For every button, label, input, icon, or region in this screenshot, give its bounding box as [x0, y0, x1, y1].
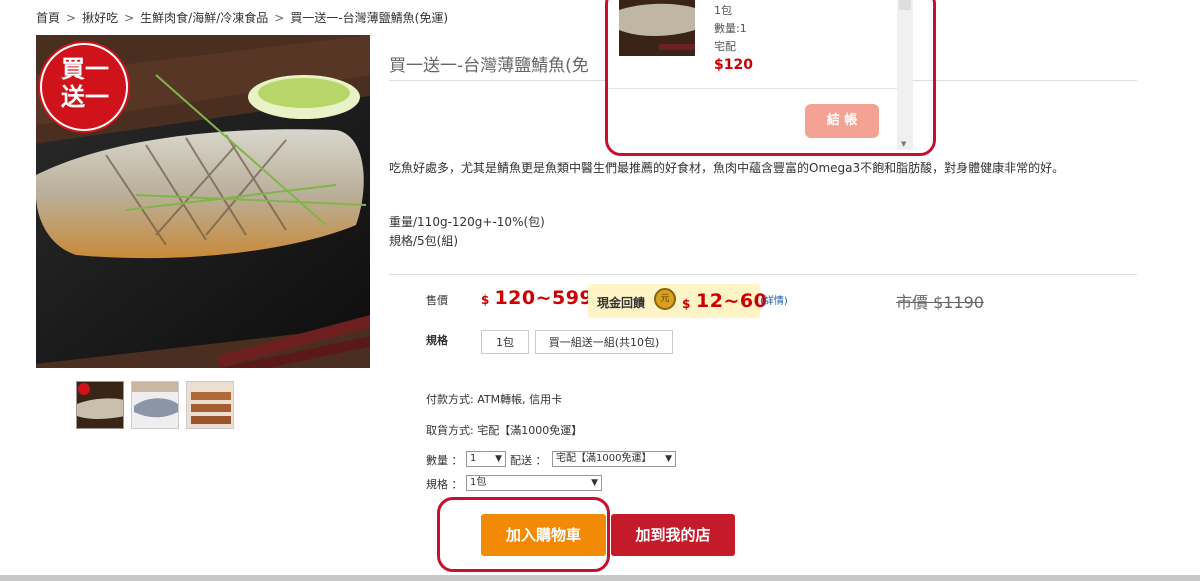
- breadcrumb: 首頁 > 揪好吃 > 生鮮肉食/海鮮/冷凍食品 > 買一送一-台灣薄鹽鯖魚(免運): [36, 9, 448, 26]
- chevron-down-icon: ▼: [495, 454, 502, 464]
- spec-option-bundle[interactable]: 買一組送一組(共10包): [535, 330, 673, 354]
- shipping-select-value: 宅配【滿1000免運】: [556, 453, 652, 464]
- product-main-image: 買一 送一: [36, 35, 370, 368]
- breadcrumb-current[interactable]: 買一送一-台灣薄鹽鯖魚(免運): [290, 11, 448, 25]
- add-to-cart-highlight: [437, 497, 610, 572]
- cash-rebate-label: 現金回饋: [597, 296, 646, 310]
- chevron-down-icon: ▼: [591, 478, 598, 488]
- coin-icon: 元: [654, 288, 676, 310]
- payment-methods: 付款方式: ATM轉帳, 信用卡: [426, 393, 563, 406]
- spec-select-value: 1包: [470, 477, 487, 488]
- spec-option-1pack[interactable]: 1包: [481, 330, 529, 354]
- thumbnail-1[interactable]: [76, 381, 124, 429]
- quantity-label: 數量 ：: [426, 454, 463, 467]
- promo-badge-line2: 送一: [61, 83, 109, 111]
- breadcrumb-category[interactable]: 揪好吃: [82, 11, 118, 25]
- rebate-price-value: 12~60: [696, 290, 768, 312]
- product-weight: 重量/110g-120g+-10%(包): [389, 215, 545, 229]
- sale-price: $ 120~599: [481, 287, 593, 309]
- add-to-my-store-button[interactable]: 加到我的店: [611, 514, 735, 556]
- thumbnail-3[interactable]: [186, 381, 234, 429]
- cart-popup-highlight: [605, 0, 936, 156]
- thumbnail-fish-photo: [77, 382, 123, 428]
- description-divider: [389, 274, 1137, 275]
- product-title: 買一送一-台灣薄鹽鯖魚(免: [389, 56, 589, 76]
- breadcrumb-separator: >: [124, 11, 135, 25]
- breadcrumb-home[interactable]: 首頁: [36, 11, 60, 25]
- chevron-down-icon: ▼: [665, 454, 672, 464]
- sale-price-label: 售價: [426, 294, 448, 307]
- thumbnail-fillets-photo: [187, 382, 233, 428]
- shipping-label: 配送 ：: [510, 454, 547, 467]
- sale-price-value: 120~599: [494, 287, 594, 309]
- spec-select[interactable]: 1包 ▼: [466, 475, 602, 491]
- breadcrumb-separator: >: [274, 11, 285, 25]
- product-description: 吃魚好處多，尤其是鯖魚更是魚類中醫生們最推薦的好食材，魚肉中蘊含豐富的Omega…: [389, 161, 1065, 175]
- cash-rebate-box: 現金回饋 元 $ 12~60: [588, 284, 767, 318]
- spec-select-label: 規格 ：: [426, 478, 463, 491]
- spec-label: 規格: [426, 334, 448, 347]
- promo-badge: 買一 送一: [50, 55, 120, 111]
- breadcrumb-separator: >: [66, 11, 77, 25]
- pickup-methods: 取貨方式: 宅配【滿1000免運】: [426, 424, 583, 437]
- thumbnail-2[interactable]: [131, 381, 179, 429]
- promo-badge-line1: 買一: [61, 55, 109, 83]
- rebate-detail-link[interactable]: (詳情): [760, 292, 788, 307]
- market-price: 市價 $1190: [896, 293, 984, 312]
- rebate-currency: $: [682, 297, 691, 311]
- quantity-select[interactable]: 1 ▼: [466, 451, 506, 467]
- breadcrumb-subcategory[interactable]: 生鮮肉食/海鮮/冷凍食品: [140, 11, 268, 25]
- quantity-select-value: 1: [470, 453, 477, 464]
- shipping-select[interactable]: 宅配【滿1000免運】 ▼: [552, 451, 676, 467]
- product-spec-text: 規格/5包(組): [389, 234, 459, 248]
- sale-currency: $: [481, 293, 490, 307]
- thumbnail-raw-fish-photo: [132, 382, 178, 428]
- horizontal-scrollbar[interactable]: [0, 575, 1200, 581]
